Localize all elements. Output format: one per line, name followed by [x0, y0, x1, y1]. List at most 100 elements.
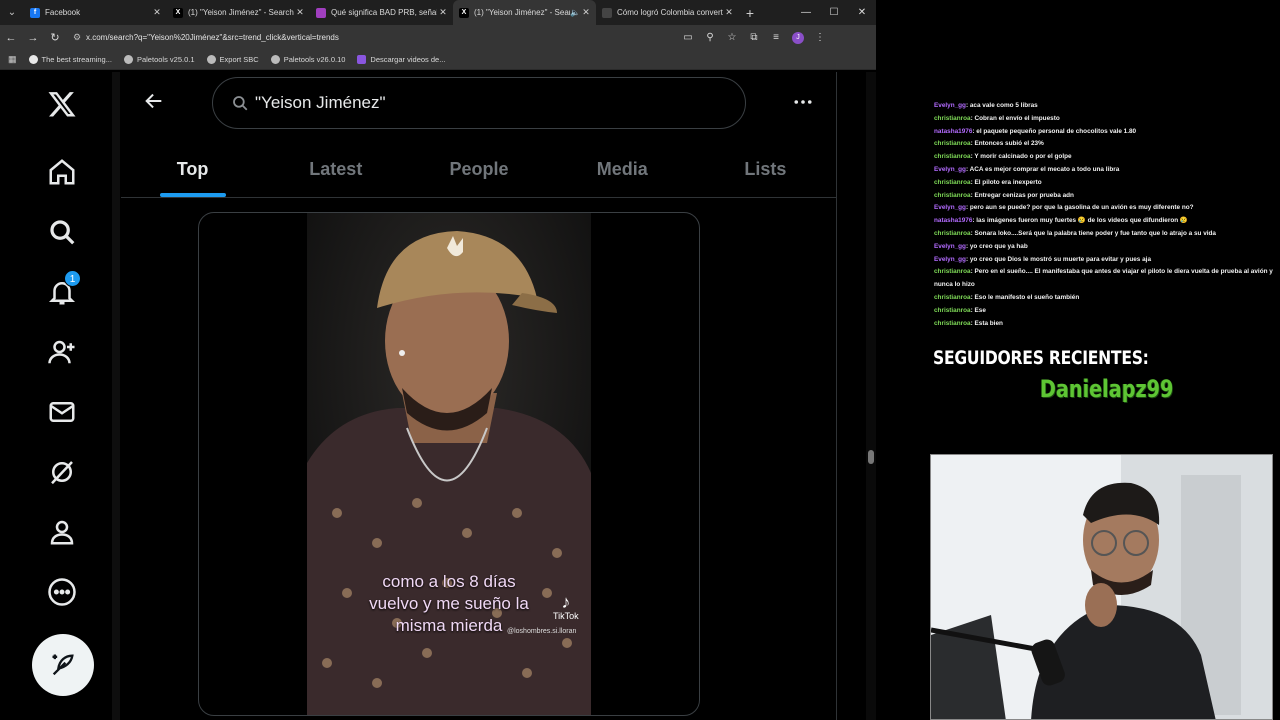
chat-text: : El piloto era inexperto [970, 178, 1042, 186]
scrollbar-thumb[interactable] [868, 450, 874, 464]
chat-username: christianroa [934, 306, 971, 314]
chat-username: Evelyn_gg [934, 102, 966, 109]
cast-icon[interactable]: ▭ [678, 32, 698, 43]
url-text[interactable]: x.com/search?q="Yeison%20Jiménez"&src=tr… [86, 33, 339, 42]
tab-label: Lists [744, 159, 787, 179]
tab-close-icon[interactable]: ✕ [294, 7, 306, 18]
chat-message: christianroa: Y morir calcinado o por el… [934, 151, 1280, 164]
recent-followers-title: SEGUIDORES RECIENTES: [933, 347, 1149, 369]
compose-post-button[interactable] [32, 634, 94, 696]
chat-username: natasha1976 [934, 217, 973, 225]
tab-top[interactable]: Top [121, 142, 264, 197]
extensions-icon[interactable]: ⧉ [744, 32, 764, 43]
minimize-icon[interactable]: — [792, 0, 820, 25]
notification-badge: 1 [64, 270, 81, 287]
tab-label: People [449, 159, 509, 179]
tab-close-icon[interactable]: ✕ [723, 7, 735, 18]
zoom-icon[interactable]: ⚲ [700, 32, 720, 43]
tab-people[interactable]: People [407, 142, 550, 197]
media-control-icon[interactable]: ≡ [766, 32, 786, 43]
bookmark-label: Paletools v25.0.1 [136, 55, 195, 64]
chat-text: : Y morir calcinado o por el golpe [970, 153, 1072, 161]
tab-label: Top [176, 159, 209, 179]
browser-tab[interactable]: X (1) "Yeison Jiménez" - Search / ✕ [167, 0, 310, 25]
chat-message: Evelyn_gg: aca vale como 5 libras [934, 100, 1280, 113]
stream-chat: Evelyn_gg: aca vale como 5 libras christi… [934, 100, 1280, 330]
active-tab-indicator [159, 193, 226, 197]
chat-text: : yo creo que Dios le mostró su muerte p… [965, 255, 1152, 263]
tiktok-handle: @loshombres.si.lloran [507, 628, 577, 635]
tab-label: Latest [309, 159, 363, 179]
browser-menu-icon[interactable]: ⋮ [810, 32, 830, 43]
notifications-bell-icon[interactable]: 1 [40, 270, 84, 314]
chat-text: : Pero en el sueño.... El manifestaba qu… [934, 268, 1273, 289]
apps-grid-icon[interactable]: ▦ [8, 54, 17, 65]
window-controls: — ☐ ✕ [792, 0, 876, 25]
tab-close-icon[interactable]: ✕ [437, 7, 449, 18]
more-horizontal-icon[interactable] [789, 92, 817, 112]
chat-username: Evelyn_gg [934, 242, 966, 250]
chat-username: christianroa [934, 319, 971, 327]
browser-tab[interactable]: Cómo logró Colombia convertir ✕ [596, 0, 739, 25]
bookmark-item[interactable]: Export SBC [206, 55, 259, 64]
chat-username: natasha1976 [934, 127, 973, 135]
tab-latest[interactable]: Latest [264, 142, 407, 197]
tab-audio-icon[interactable]: 🔈 [570, 8, 580, 17]
chat-text: : ACA es mejor comprar el mecato a todo … [965, 165, 1120, 173]
follow-add-user-icon[interactable] [40, 330, 84, 374]
tab-search-button[interactable]: ⌄ [0, 0, 24, 25]
maximize-icon[interactable]: ☐ [820, 0, 848, 25]
browser-toolbar: ← → ↻ ⚙ x.com/search?q="Yeison%20Jiménez… [0, 25, 876, 50]
bookmark-item[interactable]: Descargar videos de... [357, 55, 445, 64]
browser-tab[interactable]: Qué significa BAD PRB, señal q ✕ [310, 0, 453, 25]
back-arrow-icon[interactable] [139, 86, 169, 116]
tab-close-icon[interactable]: ✕ [580, 7, 592, 18]
search-query[interactable]: "Yeison Jiménez" [255, 93, 386, 113]
page-scrollbar[interactable] [866, 72, 876, 720]
messages-icon[interactable] [40, 390, 84, 434]
tab-close-icon[interactable]: ✕ [151, 7, 163, 18]
site-info-icon[interactable]: ⚙ [68, 32, 86, 43]
tab-favicon-icon: f [30, 7, 40, 18]
bookmark-label: The best streaming... [41, 55, 112, 64]
browser-tab[interactable]: X (1) "Yeison Jiménez" - Search 🔈 ✕ [453, 0, 596, 25]
bookmark-item[interactable]: The best streaming... [28, 55, 112, 64]
profile-avatar[interactable]: J [792, 31, 804, 44]
chat-text: : Entonces subió el 23% [970, 140, 1044, 148]
tab-title: Cómo logró Colombia convertir [617, 8, 723, 17]
chat-text: : las imágenes fueron muy fuertes 😢 de l… [972, 217, 1188, 225]
chat-text: : yo creo que ya hab [965, 242, 1028, 250]
explore-search-icon[interactable] [40, 210, 84, 254]
chat-username: christianroa [934, 178, 971, 186]
sidebar-scroll-strip [112, 72, 120, 720]
chat-message: Evelyn_gg: pero aun se puede? por que la… [934, 202, 1280, 215]
tab-media[interactable]: Media [551, 142, 694, 197]
video-thumbnail-image [307, 213, 591, 715]
x-logo-icon[interactable] [40, 82, 84, 126]
webcam-feed [930, 454, 1273, 720]
home-icon[interactable] [40, 150, 84, 194]
bookmark-item[interactable]: Paletools v26.0.10 [270, 55, 345, 64]
tab-lists[interactable]: Lists [694, 142, 837, 197]
chat-username: christianroa [934, 268, 971, 276]
bookmark-label: Descargar videos de... [370, 55, 446, 64]
recent-follower-name: Danielapz99 [1040, 375, 1174, 403]
reload-icon[interactable]: ↻ [44, 31, 66, 44]
video-player[interactable]: como a los 8 días vuelvo y me sueño la m… [198, 212, 700, 716]
grok-icon[interactable] [40, 450, 84, 494]
forward-nav-icon[interactable]: → [22, 32, 44, 44]
bookmark-label: Export SBC [219, 55, 259, 64]
more-options-icon[interactable] [40, 570, 84, 614]
close-window-icon[interactable]: ✕ [848, 0, 876, 25]
search-input[interactable]: "Yeison Jiménez" [212, 77, 746, 129]
caption-line: como a los 8 días [382, 572, 516, 591]
chat-message: Evelyn_gg: yo creo que ya hab [934, 241, 1280, 254]
browser-tab[interactable]: f Facebook ✕ [24, 0, 167, 25]
chat-message: christianroa: Cobran el envío el impuest… [934, 113, 1280, 126]
new-tab-button[interactable]: + [739, 5, 761, 21]
profile-icon[interactable] [40, 510, 84, 554]
chat-message: christianroa: Esta bien [934, 318, 1280, 331]
bookmark-item[interactable]: Paletools v25.0.1 [123, 55, 195, 64]
back-nav-icon[interactable]: ← [0, 32, 22, 44]
bookmark-star-icon[interactable]: ☆ [722, 32, 742, 43]
